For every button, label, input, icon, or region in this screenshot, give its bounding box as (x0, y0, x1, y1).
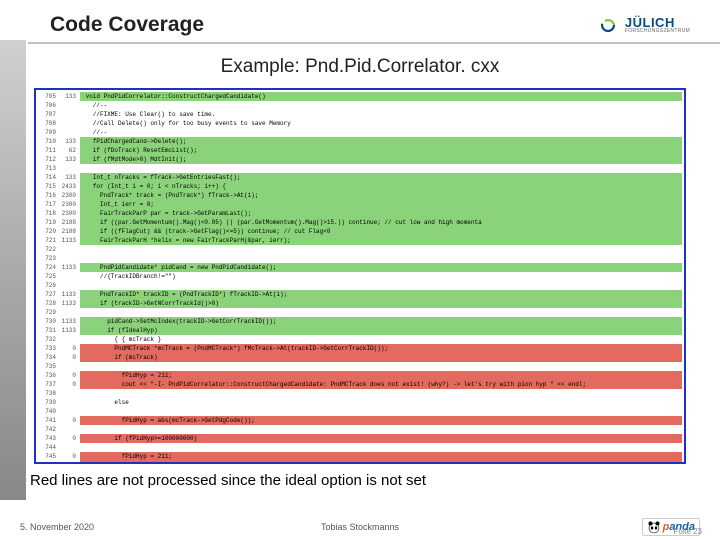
code-row: 7301133 pidCand->SetMcIndex(trackID->Get… (38, 317, 682, 326)
code-row: 709 //-- (38, 128, 682, 137)
footer-author: Tobias Stockmanns (321, 522, 399, 532)
code-row: 7192188 if ((par.GetMomentum().Mag()<0.0… (38, 218, 682, 227)
code-row: 7202188 if ((fFlagCut) && (track->GetFla… (38, 227, 682, 236)
footer-date: 5. November 2020 (20, 522, 94, 532)
panda-icon (647, 520, 661, 534)
code-row: 7450 fPidHyp = 211; (38, 452, 682, 461)
code-row: 7430 if (fPidHyp>=100000000) (38, 434, 682, 443)
code-row: 710133 fPidChargedCand->Delete(); (38, 137, 682, 146)
code-row: 7271133 PndTrackID* trackID = (PndTrackI… (38, 290, 682, 299)
code-row: 708 //Call Delete() only for too busy ev… (38, 119, 682, 128)
julich-icon (601, 15, 621, 35)
code-row: 707 //FIXME: Use Clear() to save time. (38, 110, 682, 119)
code-row: 71162 if (fDoTrack) ResetEmcList(); (38, 146, 682, 155)
code-row: 723 (38, 254, 682, 263)
code-row: 744 (38, 443, 682, 452)
code-row: 725 //{TrackIDBranch!="") (38, 272, 682, 281)
code-row: 712133 if (fMdtMode>0) MdtInit(); (38, 155, 682, 164)
footer: 5. November 2020 Tobias Stockmanns panda (0, 518, 720, 536)
code-row: 7162300 PndTrack* track = (PndTrack*) fT… (38, 191, 682, 200)
code-row: 738 (38, 389, 682, 398)
code-row: 705133 void PndPidCorrelator::ConstructC… (38, 92, 682, 101)
code-row: 7182300 FairTrackParP par = track->GetPa… (38, 209, 682, 218)
code-row: 742 (38, 425, 682, 434)
code-row: 739 else (38, 398, 682, 407)
code-row: 732 { { mcTrack } (38, 335, 682, 344)
code-row: 7311133 if (fIdealHyp) (38, 326, 682, 335)
code-row: 7211133 FairTrackParH *helix = new FairT… (38, 236, 682, 245)
code-coverage-listing: 705133 void PndPidCorrelator::ConstructC… (34, 88, 686, 464)
slide-title: Code Coverage (50, 13, 204, 37)
subtitle: Example: Pnd.Pid.Correlator. cxx (0, 56, 720, 78)
code-row: 7370 cout << "-I- PndPidCorrelator::Cons… (38, 380, 682, 389)
code-row: 7281133 if (trackID->GetNCorrTrackId()>0… (38, 299, 682, 308)
code-row: 7460 std::cout << "-I- PndPidCorrelator:… (38, 461, 682, 464)
code-row: 7330 PndMCTrack *mcTrack = (PndMCTrack*)… (38, 344, 682, 353)
header-divider (28, 42, 720, 44)
code-row: 706 //-- (38, 101, 682, 110)
code-row: 726 (38, 281, 682, 290)
julich-text: JÜLICH FORSCHUNGSZENTRUM (625, 16, 690, 34)
code-row: 7410 fPidHyp = abs(mcTrack->GetPdgCode()… (38, 416, 682, 425)
code-row: 7241133 PndPidCandidate* pidCand = new P… (38, 263, 682, 272)
code-row: 7340 if (mcTrack) (38, 353, 682, 362)
code-row: 7172300 Int_t ierr = 0; (38, 200, 682, 209)
code-row: 722 (38, 245, 682, 254)
code-row: 740 (38, 407, 682, 416)
code-row: 7360 fPidHyp = 211; (38, 371, 682, 380)
code-row: 714133 Int_t nTracks = fTrack->GetEntrie… (38, 173, 682, 182)
julich-sub: FORSCHUNGSZENTRUM (625, 29, 690, 34)
code-row: 7152433 for (Int_t i = 0; i < nTracks; i… (38, 182, 682, 191)
slide-number: Folie 23 (674, 527, 702, 536)
header: Code Coverage JÜLICH FORSCHUNGSZENTRUM (0, 0, 720, 42)
julich-logo: JÜLICH FORSCHUNGSZENTRUM (601, 15, 690, 35)
code-row: 713 (38, 164, 682, 173)
left-decoration-bar (0, 40, 26, 500)
code-row: 729 (38, 308, 682, 317)
caption: Red lines are not processed since the id… (30, 472, 720, 489)
code-row: 735 (38, 362, 682, 371)
